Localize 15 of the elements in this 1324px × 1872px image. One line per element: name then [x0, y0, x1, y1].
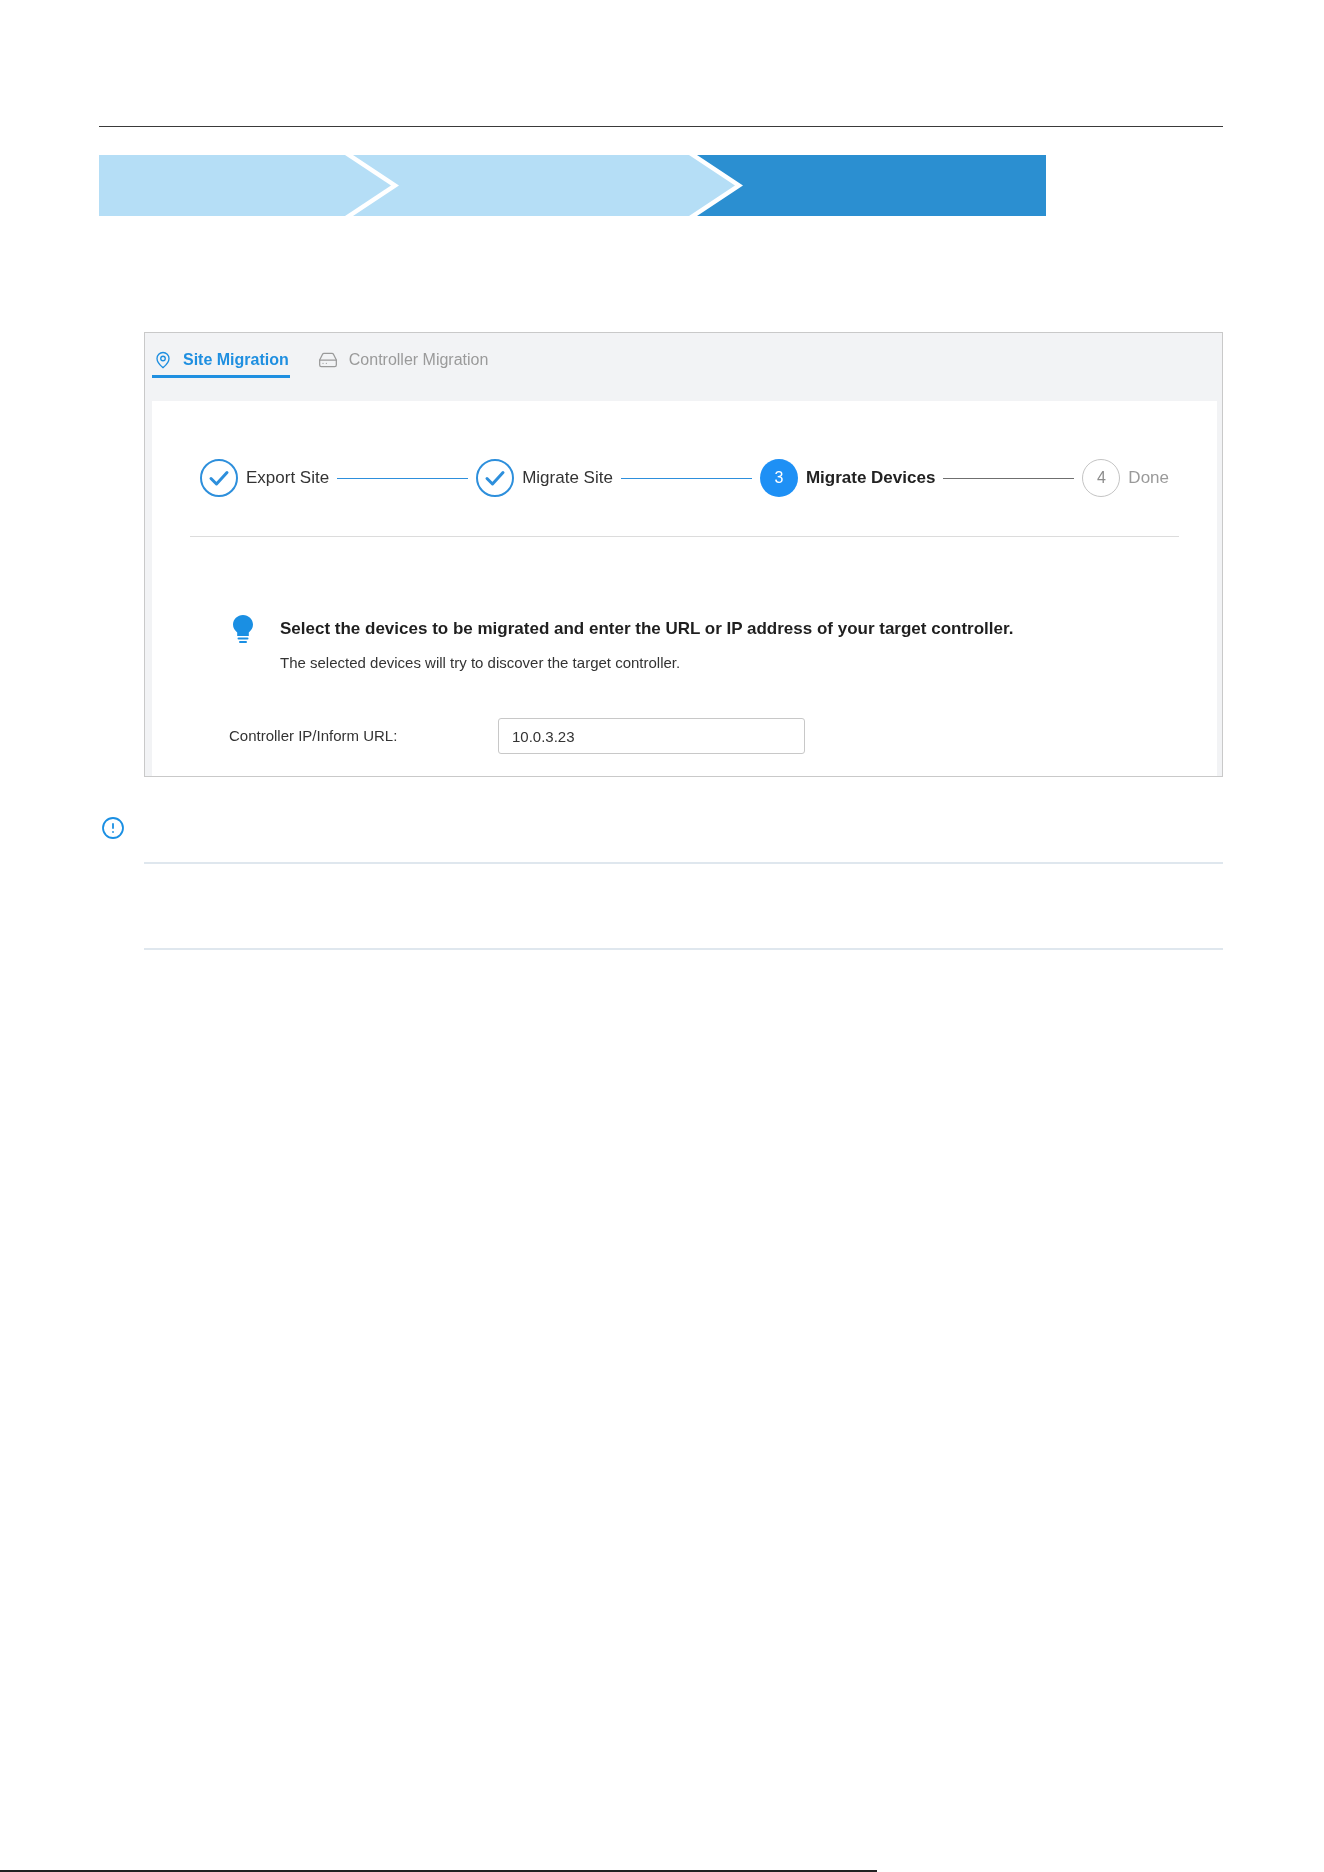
info-icon [101, 816, 125, 840]
tip-title: Select the devices to be migrated and enter the URL or IP address of your target controller. [280, 618, 1014, 640]
tab[interactable]: Site Migration [152, 346, 290, 378]
step-label: Migrate Devices [805, 467, 936, 489]
drive-icon [317, 350, 338, 370]
lightbulb-icon [233, 615, 253, 643]
map-pin-icon [154, 351, 172, 369]
tab[interactable]: Controller Migration [315, 346, 490, 378]
field-label: Controller IP/Inform URL: [229, 726, 399, 746]
step-number: 3 [759, 459, 798, 497]
step-label: Export Site [246, 467, 330, 489]
step-label: Done [1128, 467, 1169, 489]
input-field[interactable]: 10.0.3.23 [498, 718, 805, 754]
tip-text: The selected devices will try to discover the target controller. [280, 653, 682, 673]
step-label: Migrate Site [522, 467, 613, 489]
